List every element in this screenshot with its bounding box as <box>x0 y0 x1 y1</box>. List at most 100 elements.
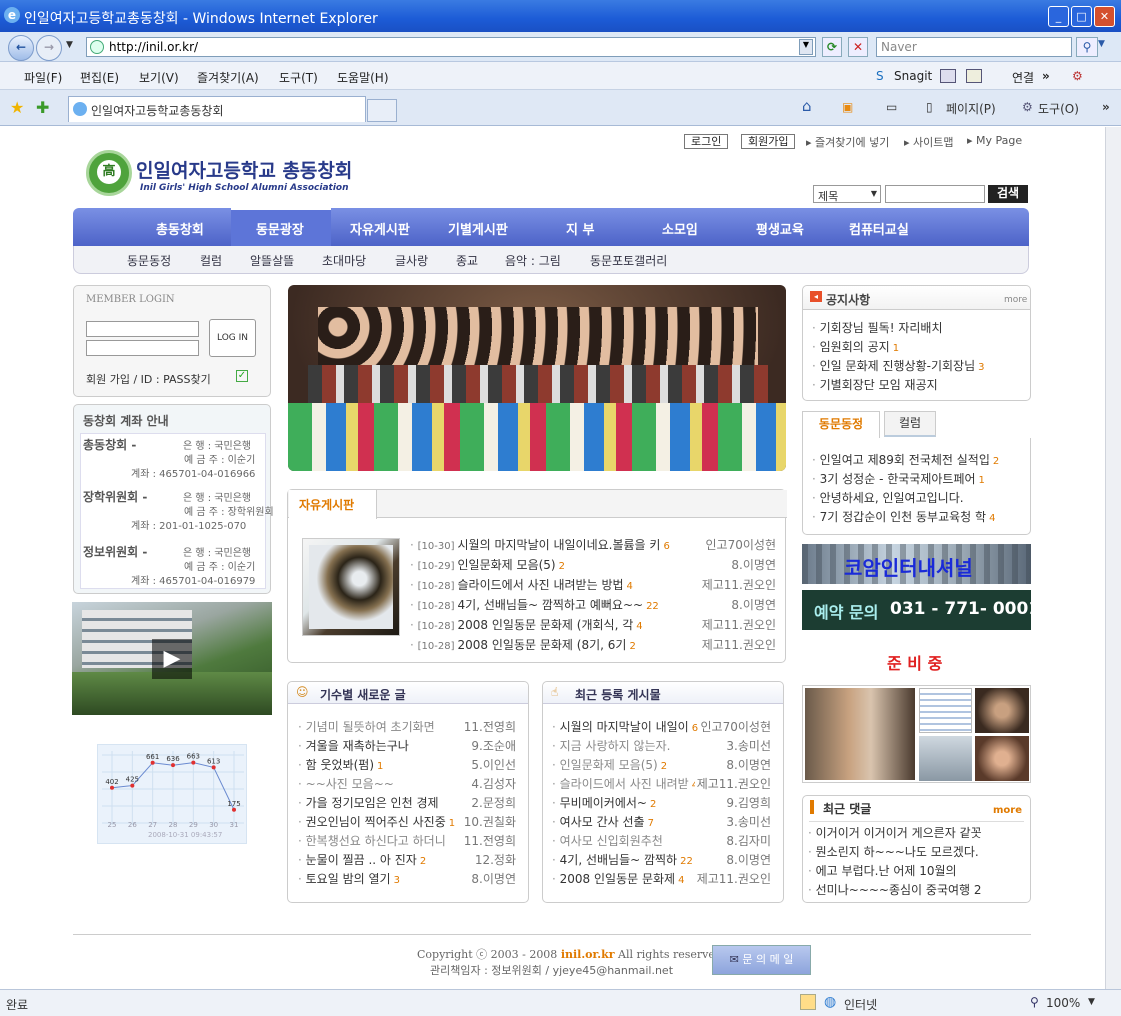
free-board-row[interactable]: · [10-28] 슬라이드에서 사진 내려받는 방법 4 제고11.권오인 <box>410 576 776 592</box>
alumni-news-row[interactable]: · 3기 성정순 - 한국국제아트페어 1 <box>812 470 1024 486</box>
zoom-dropdown-icon[interactable]: ▼ <box>1088 997 1095 1007</box>
koam-banner-top[interactable]: 코암인터내셔널 <box>802 544 1031 584</box>
notice-more-link[interactable]: more <box>1004 295 1027 305</box>
recent-row[interactable]: · 4기, 선배님들~ 깜찍하 22 8.이명연 <box>552 851 771 867</box>
gallery-photo-thumb[interactable] <box>975 736 1029 781</box>
post-title[interactable]: 기념미 될뜻하여 초기화면 <box>306 720 435 734</box>
by-class-row[interactable]: · 눈물이 찔끔 .. 아 진자 2 12.정화 <box>298 851 516 867</box>
post-title[interactable]: 가을 정기모임은 인천 경제 <box>306 796 439 810</box>
post-title[interactable]: 기회장님 필독! 자리배치 <box>820 321 943 335</box>
free-board-thumbnail[interactable] <box>302 538 400 636</box>
post-title[interactable]: 에고 부럽다.난 어제 10월의 <box>816 864 957 878</box>
post-title[interactable]: 2008 인일동문 문화제 (8기, 6기 <box>458 638 627 652</box>
free-board-row[interactable]: · [10-28] 2008 인일동문 문화제 (개회식, 각 4 제고11.권오인 <box>410 616 776 632</box>
maximize-button[interactable]: □ <box>1071 6 1092 27</box>
menu-help[interactable]: 도움말(H) <box>337 69 389 86</box>
page-menu[interactable]: 페이지(P) <box>946 100 996 117</box>
comments-more-link[interactable]: more <box>993 805 1022 816</box>
post-title[interactable]: 한복챙선요 하신다고 하더니 <box>306 834 446 848</box>
join-button[interactable]: 회원가입 <box>741 134 796 149</box>
nav-item-alumni[interactable]: 총동창회 <box>156 219 204 238</box>
url-input[interactable]: http://inil.or.kr/ ▼ <box>86 37 816 57</box>
tools-menu[interactable]: 도구(O) <box>1038 100 1079 117</box>
by-class-row[interactable]: · 권오인님이 찍어주신 사진중 1 10.권칠화 <box>298 813 516 829</box>
post-title[interactable]: 선미나~~~~종심이 중국여행 2 <box>816 883 982 897</box>
back-button[interactable]: ← <box>8 35 34 61</box>
add-favorites-icon[interactable]: ✚ <box>36 98 49 117</box>
free-board-row[interactable]: · [10-29] 인일문화제 모음(5) 2 8.이명연 <box>410 556 776 572</box>
post-title[interactable]: 슬라이드에서 사진 내려받는 방법 <box>458 578 624 592</box>
home-icon[interactable]: ⌂ <box>802 97 812 115</box>
nav-item-branch[interactable]: 지 부 <box>566 219 594 238</box>
nav-item-clubs[interactable]: 소모임 <box>662 219 698 238</box>
post-title[interactable]: ~~사진 모음~~ <box>306 777 394 791</box>
post-title[interactable]: 지금 사랑하지 않는자. <box>560 739 671 753</box>
notice-row[interactable]: · 인일 문화제 진행상황-기회장님 3 <box>812 357 1024 373</box>
minimize-button[interactable]: _ <box>1048 6 1069 27</box>
user-id-input[interactable] <box>86 321 199 337</box>
mypage-link[interactable]: ▸ My Page <box>967 134 1022 147</box>
post-title[interactable]: 2008 인일동문 문화제 (개회식, 각 <box>458 618 634 632</box>
subnav-item-thrift[interactable]: 알뜰살뜰 <box>250 252 294 269</box>
favorites-star-icon[interactable]: ★ <box>10 98 24 117</box>
alumni-news-row[interactable]: · 인일여고 제89회 전국체전 실적입 2 <box>812 451 1024 467</box>
by-class-row[interactable]: · ~~사진 모음~~ 4.김성자 <box>298 775 516 791</box>
window-capture-icon[interactable] <box>966 69 982 83</box>
post-title[interactable]: 토요일 밤의 열기 <box>306 872 391 886</box>
post-title[interactable]: 2008 인일동문 문화제 <box>560 872 675 886</box>
play-icon[interactable]: ▶ <box>152 639 192 679</box>
post-title[interactable]: 4기, 선배님들~ 깜찍하고 예뻐요~~ <box>458 598 644 612</box>
join-find-links[interactable]: 회원 가입 / ID : PASS찾기 <box>86 371 211 387</box>
site-search-input[interactable] <box>885 185 985 203</box>
nav-item-class-board[interactable]: 기별게시판 <box>448 219 508 238</box>
menu-tools[interactable]: 도구(T) <box>279 69 318 86</box>
menu-file[interactable]: 파일(F) <box>24 69 62 86</box>
nav-item-education[interactable]: 평생교육 <box>756 219 804 238</box>
recent-row[interactable]: · 여사모 신입회원추천 8.김자미 <box>552 832 771 848</box>
tab-alumni-news[interactable]: 동문동정 <box>802 411 880 439</box>
links-label[interactable]: 연결 <box>1012 69 1034 86</box>
post-title[interactable]: 뭔소린지 하~~~나도 모르겠다. <box>816 845 979 859</box>
chevron-icon[interactable]: » <box>1042 69 1050 83</box>
recent-row[interactable]: · 시월의 마지막날이 내일이 6 인고70이성현 <box>552 718 771 734</box>
post-title[interactable]: 3기 성정순 - 한국국제아트페어 <box>820 472 976 486</box>
nav-item-free-board[interactable]: 자유게시판 <box>350 219 410 238</box>
comment-row[interactable]: · 이거이거 이거이거 게으른자 같꼿 <box>808 824 1026 840</box>
password-input[interactable] <box>86 340 199 356</box>
stop-icon[interactable]: ✕ <box>848 37 868 57</box>
feeds-icon[interactable]: ▣ <box>842 100 853 114</box>
subnav-item-religion[interactable]: 종교 <box>456 252 478 269</box>
free-board-row[interactable]: · [10-28] 2008 인일동문 문화제 (8기, 6기 2 제고11.권오인 <box>410 636 776 652</box>
post-title[interactable]: 무비메이커에서~ <box>560 796 647 810</box>
post-title[interactable]: 시월의 마지막날이 내일이 <box>560 720 689 734</box>
vertical-scrollbar[interactable] <box>1105 127 1121 989</box>
search-field-select[interactable]: 제목 ▼ <box>813 185 881 203</box>
refresh-icon[interactable]: ⟳ <box>822 37 842 57</box>
post-title[interactable]: 시월의 마지막날이 내일이네요.볼륨을 키 <box>458 538 661 552</box>
comment-row[interactable]: · 선미나~~~~종심이 중국여행 2 <box>808 881 1026 897</box>
school-video[interactable]: ▶ <box>72 602 272 715</box>
subnav-item-invite[interactable]: 초대마당 <box>322 252 366 269</box>
post-title[interactable]: 안녕하세요, 인일여고입니다. <box>820 491 964 505</box>
post-title[interactable]: 인일여고 제89회 전국체전 실적입 <box>820 453 990 467</box>
search-input[interactable]: Naver <box>876 37 1072 57</box>
nav-item-computer[interactable]: 컴퓨터교실 <box>849 219 909 238</box>
snagit-button[interactable]: Snagit <box>894 69 932 83</box>
capture-icon[interactable] <box>940 69 956 83</box>
search-options-icon[interactable]: ▼ <box>1098 39 1105 49</box>
site-search-button[interactable]: 검색 <box>988 185 1028 203</box>
post-title[interactable]: 슬라이드에서 사진 내려받 <box>560 777 689 791</box>
menu-edit[interactable]: 편집(E) <box>80 69 119 86</box>
post-title[interactable]: 인일문화제 모음(5) <box>560 758 658 772</box>
recent-row[interactable]: · 무비메이커에서~ 2 9.김영희 <box>552 794 771 810</box>
login-submit-button[interactable]: LOG IN <box>209 319 256 357</box>
recent-row[interactable]: · 인일문화제 모음(5) 2 8.이명연 <box>552 756 771 772</box>
comment-row[interactable]: · 에고 부럽다.난 어제 10월의 <box>808 862 1026 878</box>
subnav-item-column[interactable]: 컬럼 <box>200 252 222 269</box>
browser-tab[interactable]: 인일여자고등학교총동창회 <box>68 96 366 122</box>
addon-icon[interactable]: ⚙ <box>1072 69 1083 83</box>
recent-row[interactable]: · 여사모 간사 선출 7 3.송미선 <box>552 813 771 829</box>
post-title[interactable]: 겨울을 재촉하는구나 <box>306 739 409 753</box>
gallery-photo-thumb[interactable] <box>975 688 1029 733</box>
notice-row[interactable]: · 임원회의 공지 1 <box>812 338 1024 354</box>
